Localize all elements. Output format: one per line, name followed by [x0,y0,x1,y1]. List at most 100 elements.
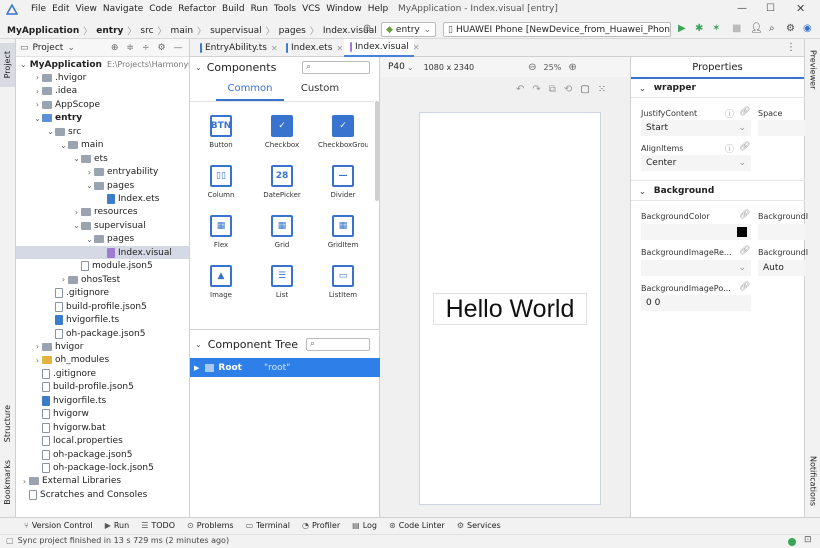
previewer-tool-tab[interactable]: Previewer [806,45,820,95]
tree-item[interactable]: hvigorfile.ts [16,314,189,327]
chevron-down-icon[interactable]: ⌄ [46,127,55,136]
chevron-right-icon[interactable]: › [72,208,81,217]
tree-item[interactable]: ⌄MyApplication E:\Projects\HarmonyOS [16,58,189,71]
menu-item-run[interactable]: Run [251,4,268,14]
background-image-position-input[interactable]: 0 0 [641,295,751,311]
tree-item[interactable]: › hvigor [16,340,189,353]
profile-icon[interactable]: ✶ [712,23,720,34]
component-grid[interactable]: ▦ Grid [257,215,307,263]
component-flex[interactable]: ▦ Flex [196,215,246,263]
menu-item-code[interactable]: Code [149,4,172,14]
tree-item[interactable]: build-profile.json5 [16,300,189,313]
bookmarks-tool-tab[interactable]: Bookmarks [0,457,15,507]
chevron-down-icon[interactable]: ⌄ [20,60,27,69]
breadcrumb-item[interactable]: pages [278,26,307,36]
breadcrumb-item[interactable]: main [170,26,195,36]
tree-item[interactable]: local.properties [16,435,189,448]
tree-item[interactable]: Index.ets [16,193,189,206]
tool-profiler[interactable]: ◔ Profiler [302,521,340,530]
status-message[interactable]: ▢ Sync project finished in 13 s 729 ms (… [6,536,229,545]
wrapper-section-header[interactable]: ⌄ wrapper [639,83,696,93]
component-checkboxgroup[interactable]: ✓ CheckboxGroup [318,115,368,163]
chevron-right-icon[interactable]: › [20,477,29,486]
undo-icon[interactable]: ↶ [516,84,524,95]
components-search-input[interactable]: ⌕ [302,61,370,74]
tree-item[interactable]: › .idea [16,85,189,98]
tree-item[interactable]: Scratches and Consoles [16,488,189,501]
gear-icon[interactable]: ⚙ [158,43,166,53]
copy-icon[interactable]: ⧉ [549,84,556,95]
rotate-icon[interactable]: ⟲ [564,84,572,95]
update-icon[interactable]: ◉ [803,23,812,34]
tree-item[interactable]: hvigorfile.ts [16,394,189,407]
link-icon[interactable]: 🔗︎ [739,107,750,117]
chevron-right-icon[interactable]: › [33,73,42,82]
hide-panel-icon[interactable]: — [174,43,183,53]
help-icon[interactable]: ⓘ [725,107,734,120]
zoom-out-icon[interactable]: ⊖ [528,62,536,73]
breadcrumb-item[interactable]: MyApplication [6,26,80,36]
tree-item[interactable]: ⌄ entry [16,112,189,125]
tab-custom[interactable]: Custom [292,83,348,101]
menu-item-vcs[interactable]: VCS [302,4,320,14]
component-tree-search-input[interactable]: ⌕ [306,338,370,351]
editor-tab[interactable]: Index.visual ✕ [344,39,420,57]
tree-item[interactable]: build-profile.json5 [16,381,189,394]
breadcrumb-item[interactable]: src [139,26,154,36]
tree-node-root[interactable]: ▶ Root "root" [190,358,380,377]
chevron-down-icon[interactable]: ⌄ [407,63,414,72]
stop-icon[interactable]: ■ [732,23,741,34]
more-tabs-icon[interactable]: ⋮ [786,42,796,53]
tree-item[interactable]: ⌄ supervisual [16,219,189,232]
tree-item[interactable]: › .hvigor [16,71,189,84]
menu-item-edit[interactable]: Edit [52,4,69,14]
space-input[interactable] [758,120,805,136]
run-icon[interactable]: ▶ [678,23,686,34]
tree-item[interactable]: Index.visual [16,246,189,260]
tree-item[interactable]: › entryability [16,166,189,179]
tree-item[interactable]: oh-package-lock.json5 [16,462,189,475]
user-icon[interactable]: 👤︎ [750,23,763,34]
link-icon[interactable]: 🔗︎ [739,282,750,292]
tree-item[interactable]: module.json5 [16,260,189,273]
debug-icon[interactable]: ✱ [695,23,703,34]
tree-item[interactable]: › resources [16,206,189,219]
chevron-right-icon[interactable]: › [33,356,42,365]
hello-world-text[interactable]: Hello World [433,293,587,325]
tool-todo[interactable]: ☰ TODO [141,521,175,530]
menu-item-refactor[interactable]: Refactor [178,4,216,14]
close-icon[interactable]: ✕ [336,44,343,53]
tree-item[interactable]: oh-package.json5 [16,327,189,340]
tool-code-linter[interactable]: ⊛ Code Linter [389,521,445,530]
background-image-repeat-select[interactable]: ⌄ [641,260,751,276]
menu-item-file[interactable]: File [31,4,46,14]
component-divider[interactable]: — Divider [318,165,368,213]
module-select[interactable]: ◆ entry ⌄ [381,22,437,37]
component-datepicker[interactable]: 28 DatePicker [257,165,307,213]
chevron-down-icon[interactable]: ⌄ [195,340,202,349]
tree-item[interactable]: ⌄ ets [16,152,189,165]
tool-terminal[interactable]: ▭ Terminal [246,521,290,530]
component-checkbox[interactable]: ✓ Checkbox [257,115,307,163]
outline-icon[interactable]: ▢ [580,84,589,95]
tool-version-control[interactable]: ⑂ Version Control [24,521,93,530]
component-image[interactable]: ▲ Image [196,265,246,313]
align-items-select[interactable]: Center ⌄ [641,155,751,171]
tree-item[interactable]: oh-package.json5 [16,448,189,461]
tree-item[interactable]: .gitignore [16,367,189,380]
chevron-down-icon[interactable]: ⌄ [85,181,94,190]
target-icon[interactable]: ⊕ [363,23,371,34]
tab-common[interactable]: Common [216,83,284,101]
tree-item[interactable]: hvigorw [16,408,189,421]
background-section-header[interactable]: ⌄ Background [639,186,714,196]
tree-item[interactable]: hvigorw.bat [16,421,189,434]
chevron-down-icon[interactable]: ⌄ [72,154,81,163]
lock-icon[interactable]: ⊡ [804,535,812,545]
component-listitem[interactable]: ▭ ListItem [318,265,368,313]
chevron-right-icon[interactable]: › [33,100,42,109]
tree-item[interactable]: ⌄ main [16,139,189,152]
zoom-in-icon[interactable]: ⊕ [568,62,576,73]
component-list[interactable]: ☰ List [257,265,307,313]
color-swatch[interactable] [737,227,747,237]
help-icon[interactable]: ⓘ [725,142,734,155]
